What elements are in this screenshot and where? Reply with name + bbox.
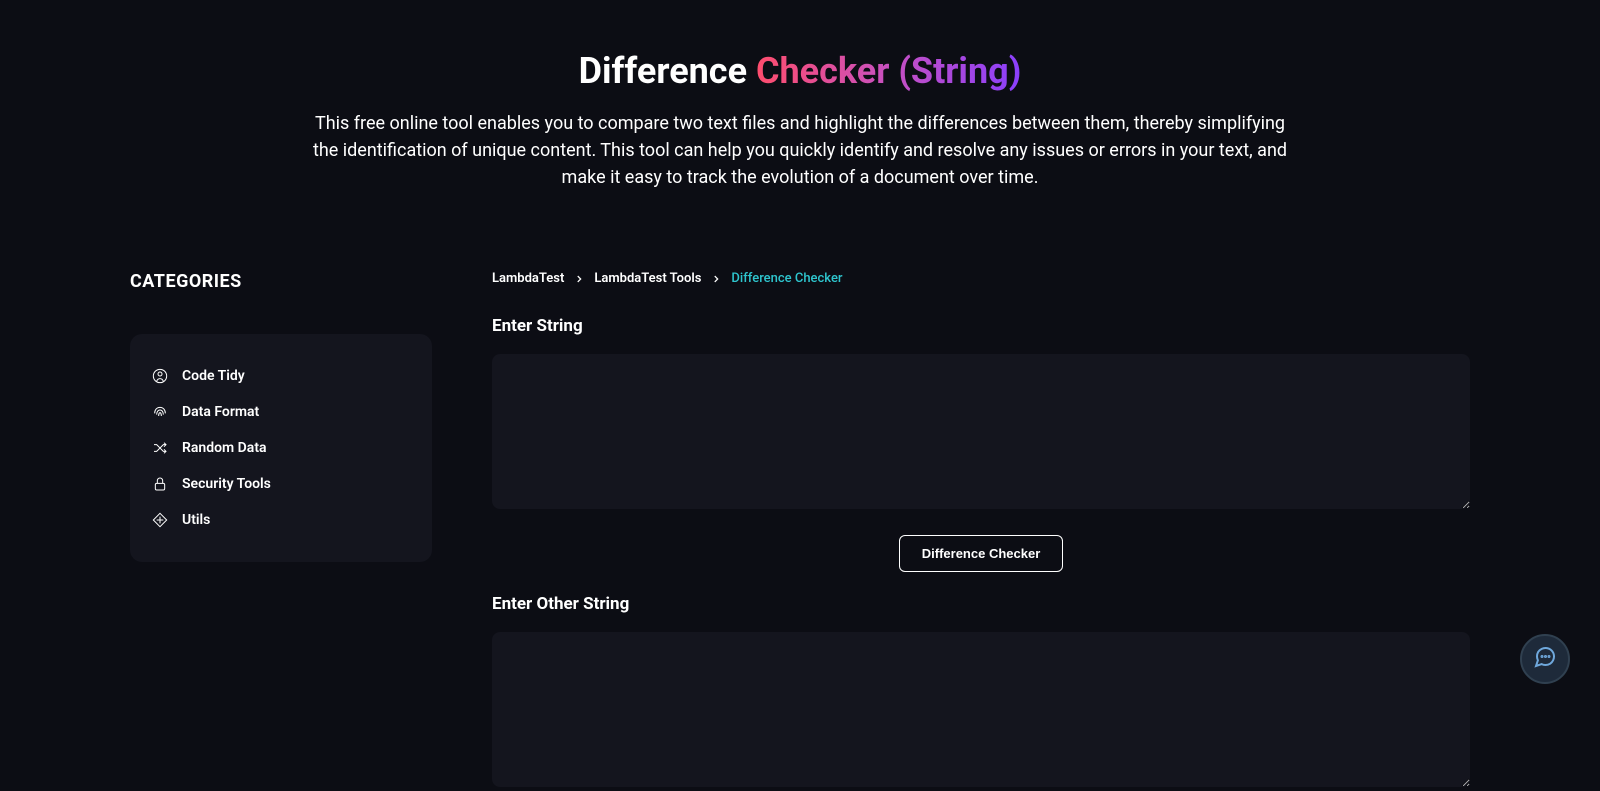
chat-icon [1533, 645, 1557, 673]
breadcrumb-link-tools[interactable]: LambdaTest Tools [594, 271, 701, 286]
sidebar: CATEGORIES Code Tidy Data Format [130, 271, 432, 791]
sidebar-card: Code Tidy Data Format Random Data [130, 334, 432, 562]
sidebar-item-label: Random Data [182, 440, 267, 456]
page-description: This free online tool enables you to com… [305, 110, 1295, 191]
page-title: Difference Checker (String) [0, 50, 1600, 92]
sidebar-item-utils[interactable]: Utils [152, 502, 410, 538]
sidebar-item-label: Data Format [182, 404, 259, 420]
sidebar-title: CATEGORIES [130, 271, 432, 292]
string-input-1[interactable] [492, 354, 1470, 509]
string-input-2[interactable] [492, 632, 1470, 787]
title-part-1: Difference [579, 50, 756, 92]
input-label-2: Enter Other String [492, 594, 1470, 614]
title-part-2: Checker (String) [756, 50, 1021, 92]
action-button-wrapper: Difference Checker [492, 535, 1470, 572]
breadcrumb-link-lambdatest[interactable]: LambdaTest [492, 271, 564, 286]
breadcrumb-current: Difference Checker [731, 271, 842, 286]
input-label-1: Enter String [492, 316, 1470, 336]
hero-section: Difference Checker (String) This free on… [0, 0, 1600, 231]
sidebar-item-label: Security Tools [182, 476, 271, 492]
sidebar-item-random-data[interactable]: Random Data [152, 430, 410, 466]
content-wrapper: CATEGORIES Code Tidy Data Format [0, 231, 1600, 791]
sidebar-item-data-format[interactable]: Data Format [152, 394, 410, 430]
sidebar-item-security-tools[interactable]: Security Tools [152, 466, 410, 502]
fingerprint-icon [152, 404, 168, 420]
sidebar-item-code-tidy[interactable]: Code Tidy [152, 358, 410, 394]
sidebar-item-label: Code Tidy [182, 368, 245, 384]
sidebar-item-label: Utils [182, 512, 210, 528]
diamond-icon [152, 512, 168, 528]
shuffle-icon [152, 440, 168, 456]
difference-checker-button[interactable]: Difference Checker [899, 535, 1064, 572]
chat-button[interactable] [1520, 634, 1570, 684]
chevron-right-icon [711, 274, 721, 284]
chevron-right-icon [574, 274, 584, 284]
main-content: LambdaTest LambdaTest Tools Difference C… [492, 271, 1470, 791]
lock-icon [152, 476, 168, 492]
breadcrumb: LambdaTest LambdaTest Tools Difference C… [492, 271, 1470, 286]
code-tidy-icon [152, 368, 168, 384]
